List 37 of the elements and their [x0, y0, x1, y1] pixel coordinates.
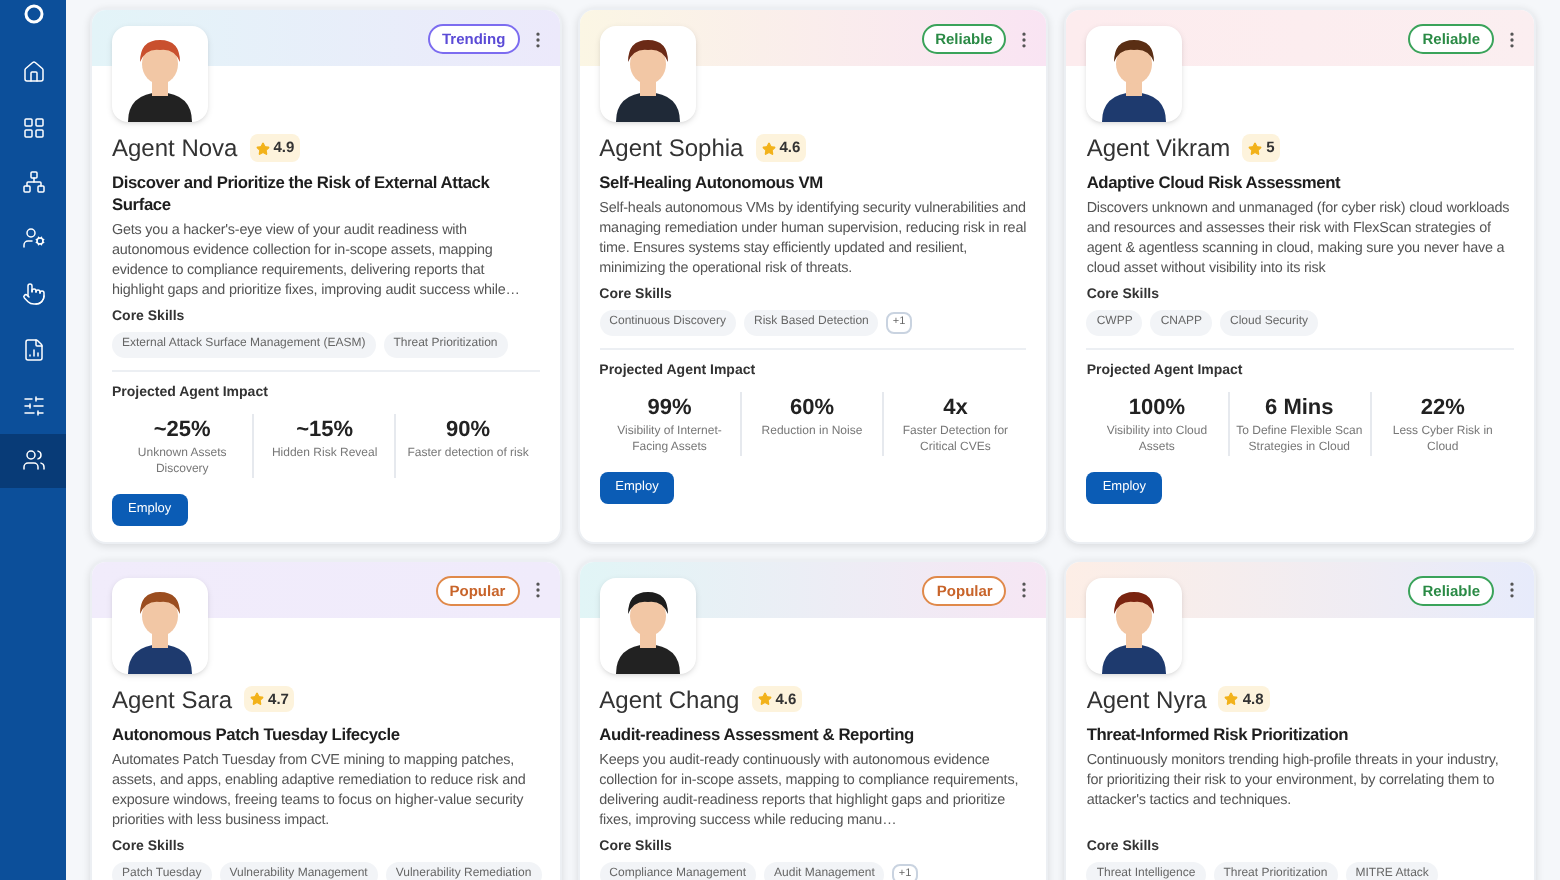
- agent-title: Adaptive Cloud Risk Assessment: [1086, 172, 1343, 194]
- agent-name: Agent Sophia: [599, 132, 744, 166]
- star-icon: [250, 692, 265, 707]
- agent-title: Threat-Informed Risk Prioritization: [1086, 723, 1351, 746]
- logo-icon: [23, 4, 43, 24]
- agent-name: Agent Nova: [112, 132, 238, 166]
- agent-name: Agent Sara: [112, 683, 233, 718]
- star-icon: [255, 141, 270, 155]
- user-gear-icon: [21, 226, 45, 251]
- agent-title: Autonomous Patch Tuesday Lifecycle: [112, 723, 402, 746]
- home-icon: [21, 59, 45, 84]
- agent-name: Agent Nyra: [1086, 683, 1207, 718]
- metric-value: ~15%: [296, 415, 354, 445]
- agent-title: Self-Healing Autonomous VM: [599, 172, 825, 194]
- metric-value: 100%: [1128, 393, 1185, 423]
- agent-title: Discover and Prioritize the Risk of External Attack Surface: [112, 172, 492, 216]
- star-icon: [757, 692, 772, 707]
- metric-value: 4x: [943, 393, 968, 423]
- hand-pointer-icon: [21, 282, 45, 307]
- agent-name: Agent Chang: [599, 683, 740, 718]
- users-icon: [21, 448, 45, 473]
- metric-value: 60%: [789, 393, 834, 423]
- star-icon: [761, 141, 776, 155]
- sliders-icon: [21, 393, 45, 418]
- metric-value: ~25%: [153, 415, 211, 445]
- metric-value: 6 Mins: [1265, 393, 1334, 423]
- grid-icon: [21, 115, 45, 140]
- metric-value: 99%: [647, 393, 692, 423]
- agent-title: Audit-readiness Assessment & Reporting: [599, 723, 916, 746]
- metric-value: 22%: [1420, 393, 1465, 423]
- report-icon: [21, 337, 45, 362]
- sidebar-item[interactable]: [0, 433, 66, 489]
- metric-value: 90%: [446, 415, 491, 445]
- star-icon: [1224, 692, 1239, 707]
- star-icon: [1248, 141, 1263, 155]
- agent-name: Agent Vikram: [1086, 132, 1231, 166]
- network-icon: [21, 170, 45, 195]
